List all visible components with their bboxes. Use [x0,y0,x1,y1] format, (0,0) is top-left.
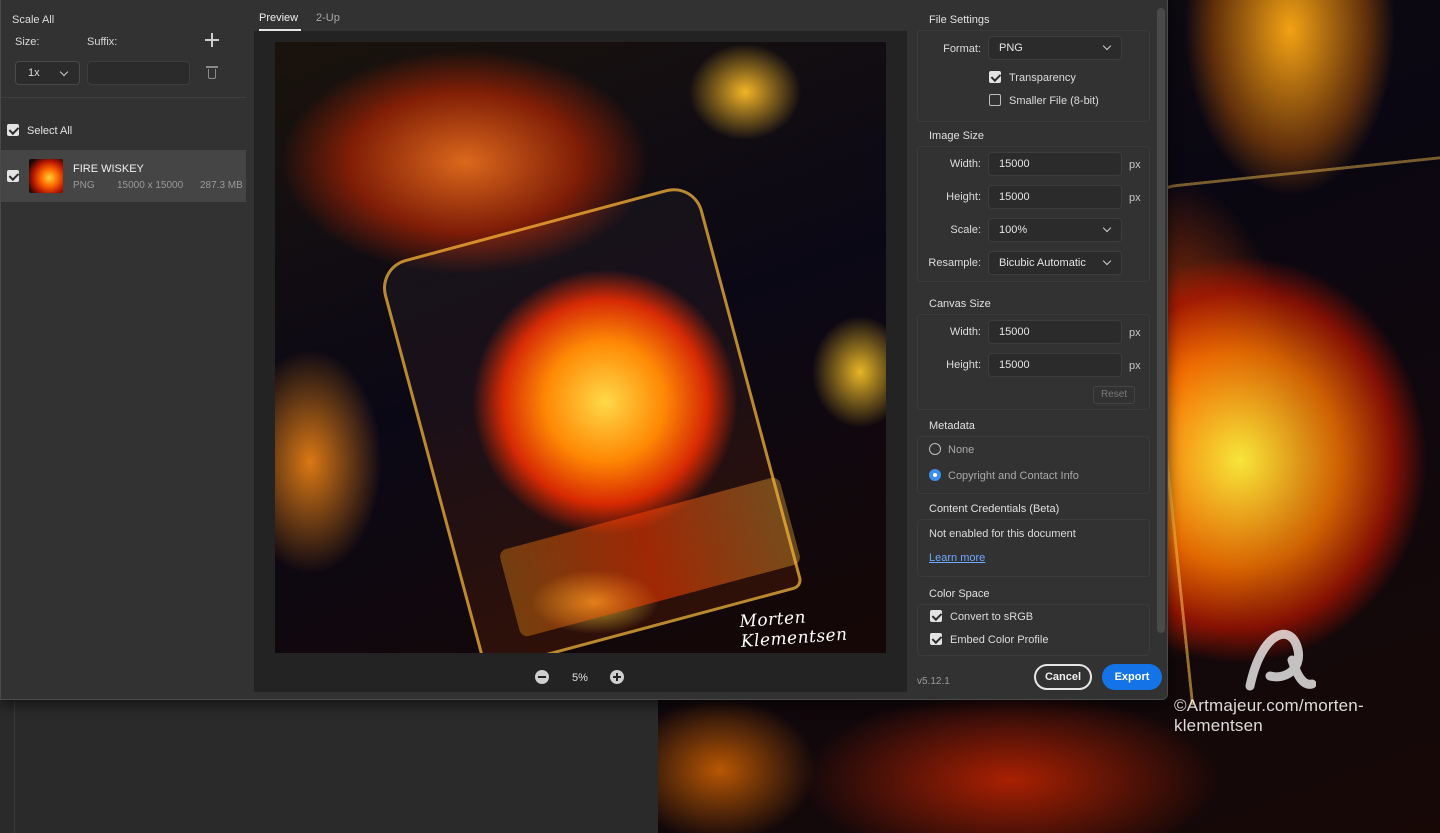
preview-image: Morten Klementsen [275,42,886,653]
preview-area: Morten Klementsen [254,31,907,692]
image-height-input[interactable]: 15000 [988,185,1122,209]
embed-profile-checkbox[interactable] [930,633,942,645]
size-label: Size: [15,36,40,48]
artmajeur-logo-icon [1245,629,1316,691]
format-value: PNG [999,42,1023,54]
canvas-width-label: Width: [949,326,981,338]
canvas-height-unit: px [1129,360,1141,372]
scale-label: Scale: [950,224,981,236]
image-width-input[interactable]: 15000 [988,152,1122,176]
format-select[interactable]: PNG [988,36,1122,60]
canvas-height-value: 15000 [999,359,1030,371]
select-all-checkbox[interactable] [7,124,19,136]
file-settings-title: File Settings [929,14,990,26]
suffix-input[interactable] [87,61,190,85]
cancel-button[interactable]: Cancel [1034,664,1092,690]
canvas-height-input[interactable]: 15000 [988,353,1122,377]
settings-scrollbar[interactable] [1157,8,1165,633]
asset-format: PNG [73,180,95,191]
image-width-unit: px [1129,159,1141,171]
metadata-copyright-radio[interactable] [929,469,941,481]
zoom-out-icon[interactable] [535,670,549,684]
resample-label: Resample: [928,257,981,269]
tab-preview[interactable]: Preview [259,12,298,24]
suffix-label: Suffix: [87,36,118,48]
assets-panel: Scale All Size: Suffix: 1x Select All FI… [1,0,246,699]
color-space-title: Color Space [929,588,990,600]
tab-2-up[interactable]: 2-Up [316,12,340,24]
image-height-unit: px [1129,192,1141,204]
canvas-size-title: Canvas Size [929,298,991,310]
smaller-file-checkbox[interactable] [989,94,1001,106]
transparency-label: Transparency [1009,72,1076,84]
image-size-title: Image Size [929,130,985,142]
format-label: Format: [943,43,981,55]
learn-more-link[interactable]: Learn more [929,552,985,564]
workspace-edge [14,700,15,833]
canvas-width-input[interactable]: 15000 [988,320,1122,344]
content-credentials-status: Not enabled for this document [929,528,1076,540]
size-select[interactable]: 1x [15,61,80,85]
asset-checkbox[interactable] [7,170,19,182]
chevron-down-icon [1102,223,1112,233]
asset-filesize: 287.3 MB [200,180,243,191]
chevron-down-icon [1102,256,1112,266]
plus-icon[interactable] [205,33,219,47]
smaller-file-label: Smaller File (8-bit) [1009,95,1099,107]
image-width-label: Width: [949,158,981,170]
select-all-label: Select All [27,125,73,137]
watermark-text: ©Artmajeur.com/morten-klementsen [1174,696,1364,735]
embed-profile-label: Embed Color Profile [950,634,1049,646]
chevron-down-icon [1102,41,1112,51]
zoom-in-icon[interactable] [610,670,624,684]
export-button[interactable]: Export [1102,664,1162,690]
scale-select[interactable]: 100% [988,218,1122,242]
reset-button[interactable]: Reset [1093,386,1135,404]
content-credentials-title: Content Credentials (Beta) [929,503,1060,515]
scale-all-title: Scale All [12,14,55,26]
metadata-copyright-label: Copyright and Contact Info [948,470,1079,482]
convert-srgb-checkbox[interactable] [930,610,942,622]
zoom-controls: 5% [254,662,907,692]
asset-thumbnail [29,159,63,193]
transparency-checkbox[interactable] [989,71,1001,83]
divider [1,97,246,98]
background-workspace [0,700,658,833]
convert-srgb-label: Convert to sRGB [950,611,1034,623]
metadata-none-radio[interactable] [929,443,941,455]
preview-panel: Preview 2-Up Morten Klementsen 5% [254,0,907,692]
canvas-height-label: Height: [946,359,981,371]
metadata-title: Metadata [929,420,975,432]
asset-row[interactable]: FIRE WISKEY PNG 15000 x 15000 287.3 MB [1,150,246,202]
metadata-none-label: None [948,444,975,456]
version-label: v5.12.1 [917,676,950,687]
asset-name: FIRE WISKEY [73,163,144,175]
asset-dimensions: 15000 x 15000 [117,180,184,191]
artist-signature: Morten Klementsen [738,607,849,653]
size-select-value: 1x [28,67,40,79]
canvas-width-value: 15000 [999,326,1030,338]
chevron-down-icon [59,67,69,77]
zoom-level: 5% [572,672,588,684]
image-height-label: Height: [946,191,981,203]
image-height-value: 15000 [999,191,1030,203]
scale-value: 100% [999,224,1028,236]
resample-select[interactable]: Bicubic Automatic [988,251,1122,275]
settings-panel: File Settings Format: PNG Transparency S… [914,0,1154,699]
export-as-dialog: Scale All Size: Suffix: 1x Select All FI… [0,0,1168,700]
trash-icon[interactable] [206,66,218,79]
resample-value: Bicubic Automatic [999,257,1086,269]
image-width-value: 15000 [999,158,1030,170]
canvas-width-unit: px [1129,327,1141,339]
